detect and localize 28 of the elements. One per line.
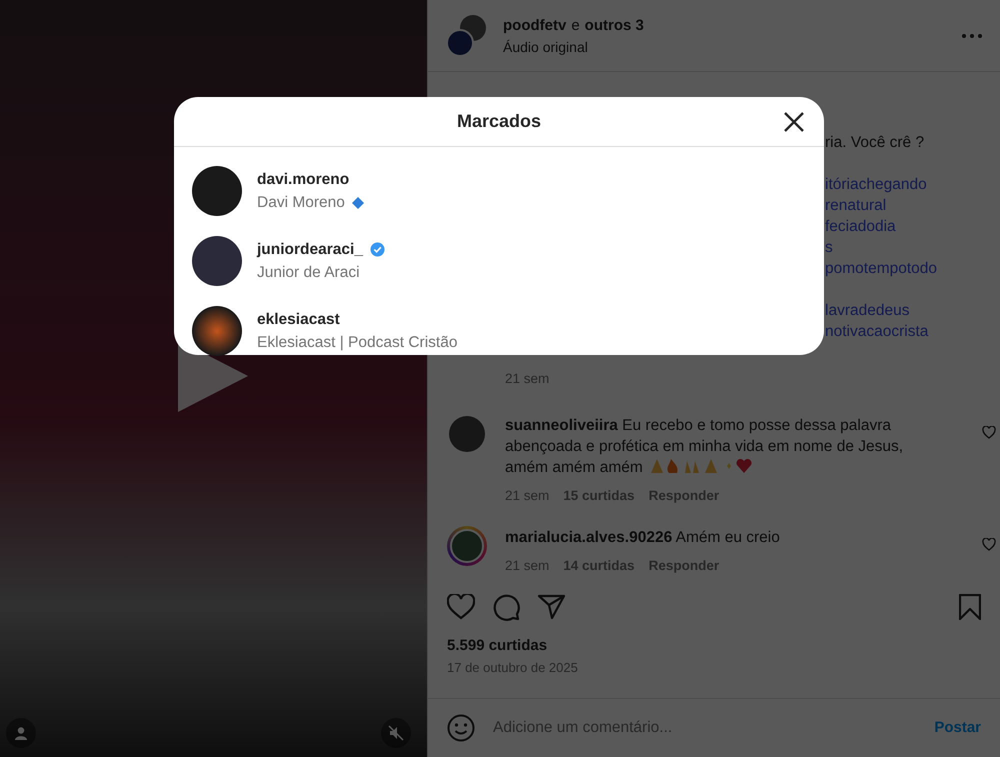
hashtag-link[interactable]: notivacaocrista [825, 321, 938, 342]
username: juniordearaci_ [257, 240, 363, 260]
likes-count[interactable]: 5.599 curtidas [447, 636, 981, 656]
username-link[interactable]: marialucia.alves.90226 [505, 529, 672, 546]
full-name: Eklesiacast | Podcast Cristão [257, 332, 458, 352]
hashtag-link[interactable]: renatural [825, 195, 938, 216]
tagged-user-item[interactable]: juniordearaci_ Junior de Araci [174, 226, 824, 296]
others-link[interactable]: outros 3 [584, 16, 644, 36]
post-button[interactable]: Postar [934, 716, 981, 740]
hashtag-link[interactable]: itóriachegando [825, 174, 938, 195]
hashtag-link[interactable]: s [825, 237, 938, 258]
comment-text: marialucia.alves.90226 Amém eu creio [505, 528, 781, 548]
username-link[interactable]: poodfetv [503, 16, 566, 36]
hashtag-link[interactable]: lavradedeus [825, 300, 938, 321]
username: davi.moreno [257, 170, 350, 190]
tagged-user-item[interactable]: davi.moreno Davi Moreno [174, 156, 824, 226]
full-name: Davi Moreno [257, 192, 345, 212]
audio-link[interactable]: Áudio original [503, 38, 644, 56]
hashtag-link[interactable]: pomotempotodo [825, 258, 938, 279]
connector-text: e [571, 16, 580, 36]
username-link[interactable]: suanneoliveiira [505, 417, 618, 434]
full-name: Junior de Araci [257, 262, 360, 282]
hashtag-link[interactable]: feciadodia [825, 216, 938, 237]
dialog-title: Marcados [456, 110, 542, 133]
comment-text: suanneoliveiira Eu recebo e tomo posse dessa palavra abençoada e profética em minha vida em nome de Jesus, amém amém amém [505, 416, 904, 478]
tagged-user-item[interactable]: eklesiacast Eklesiacast | Podcast Cristão [174, 296, 824, 366]
username: eklesiacast [257, 310, 340, 330]
caption-text: ria. Você crê ? [825, 133, 926, 153]
